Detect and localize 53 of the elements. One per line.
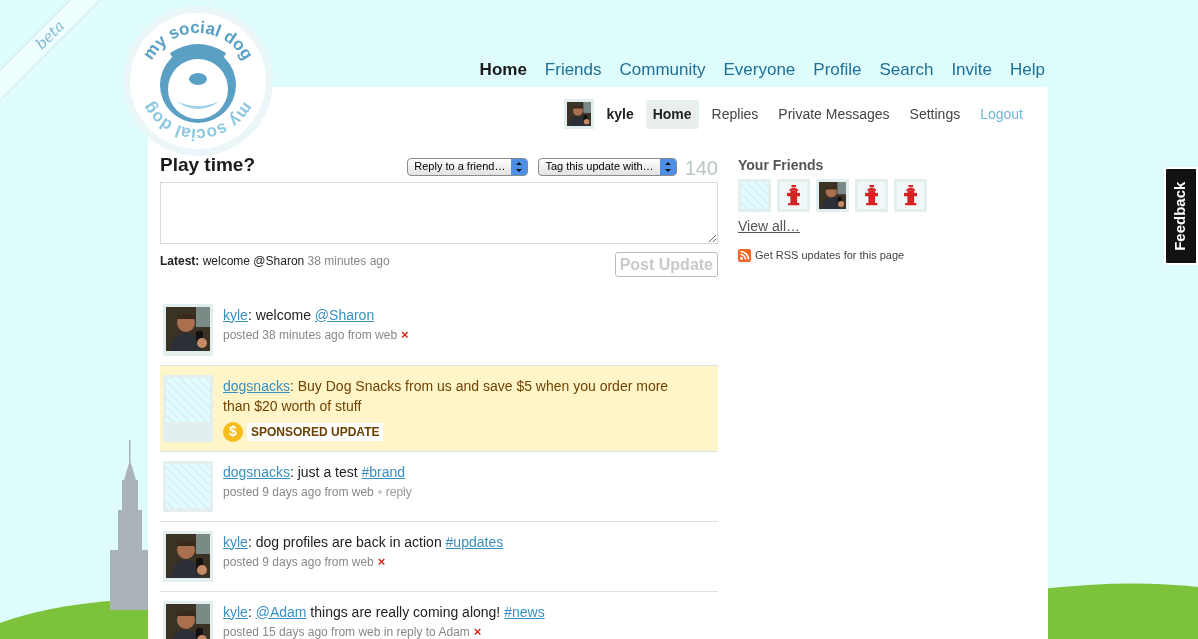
nav-link[interactable]: Help — [1010, 56, 1045, 82]
nav-link[interactable]: Community — [619, 56, 706, 82]
rss-link[interactable]: Get RSS updates for this page — [755, 247, 905, 264]
caret-icon — [511, 158, 528, 175]
account-tab[interactable]: Private Messages — [771, 99, 897, 129]
post-meta: posted 9 days ago from web — [223, 483, 374, 501]
delete-link[interactable]: × — [401, 328, 409, 341]
rss-icon — [738, 248, 751, 262]
post-meta: posted 38 minutes ago from web — [223, 326, 398, 344]
username-link[interactable]: kyle — [223, 603, 248, 620]
username-link[interactable]: dogsnacks — [223, 377, 290, 394]
nav-link[interactable]: Friends — [544, 56, 602, 82]
tag-link[interactable]: #brand — [361, 463, 406, 480]
coin-icon: $ — [223, 421, 243, 442]
hydrant-icon — [864, 185, 879, 206]
character-counter: 140 — [684, 157, 718, 178]
nav-link[interactable]: Everyone — [723, 56, 796, 82]
friends-heading: Your Friends — [738, 156, 825, 175]
update-text: kyle: @Adam things are really coming along! #news — [223, 602, 546, 622]
nav-link[interactable]: Home — [479, 56, 527, 82]
username-link[interactable]: kyle — [223, 533, 248, 550]
username: kyle — [606, 104, 634, 124]
username-link[interactable]: dogsnacks — [223, 463, 290, 480]
username-link[interactable]: kyle — [223, 306, 248, 323]
post-meta: posted 15 days ago from web in reply to Adam — [223, 623, 470, 639]
account-tab[interactable]: Home — [645, 99, 699, 129]
update-text: kyle: dog profiles are back in action #updates — [223, 532, 505, 552]
tag-link[interactable]: @Adam — [255, 603, 307, 620]
prompt-heading: Play time? — [160, 153, 256, 177]
dropdown[interactable]: Reply to a friend… — [407, 157, 529, 176]
account-tab[interactable]: Replies — [704, 99, 766, 129]
view-all-link[interactable]: View all… — [738, 216, 927, 237]
nav-link[interactable]: Search — [879, 56, 934, 82]
tag-link[interactable]: #news — [504, 603, 545, 620]
account-tab[interactable]: Settings — [902, 99, 968, 129]
update-input[interactable] — [160, 181, 718, 244]
latest-update: Latest: welcome @Sharon 38 minutes ago — [160, 252, 390, 270]
delete-link[interactable]: × — [473, 625, 482, 638]
hydrant-icon — [903, 185, 918, 206]
post-meta: posted 9 days ago from web — [223, 553, 374, 571]
sponsored-label: SPONSORED UPDATE — [247, 422, 384, 441]
tag-link[interactable]: @Sharon — [314, 306, 375, 323]
caret-icon — [659, 158, 676, 175]
update-text: dogsnacks: Buy Dog Snacks from us and save $5 when you order more than $20 worth of stuff — [223, 376, 670, 416]
reply-link[interactable]: reply — [385, 482, 412, 501]
update-text: kyle: welcome @Sharon — [223, 305, 376, 325]
delete-link[interactable]: × — [377, 555, 386, 568]
update-text: dogsnacks: just a test #brand — [223, 462, 407, 482]
dropdown[interactable]: Tag this update with… — [538, 157, 677, 176]
nav-link[interactable]: Invite — [951, 56, 993, 82]
tag-link[interactable]: #updates — [445, 533, 504, 550]
hydrant-icon — [786, 185, 801, 206]
nav-link[interactable]: Profile — [813, 56, 862, 82]
